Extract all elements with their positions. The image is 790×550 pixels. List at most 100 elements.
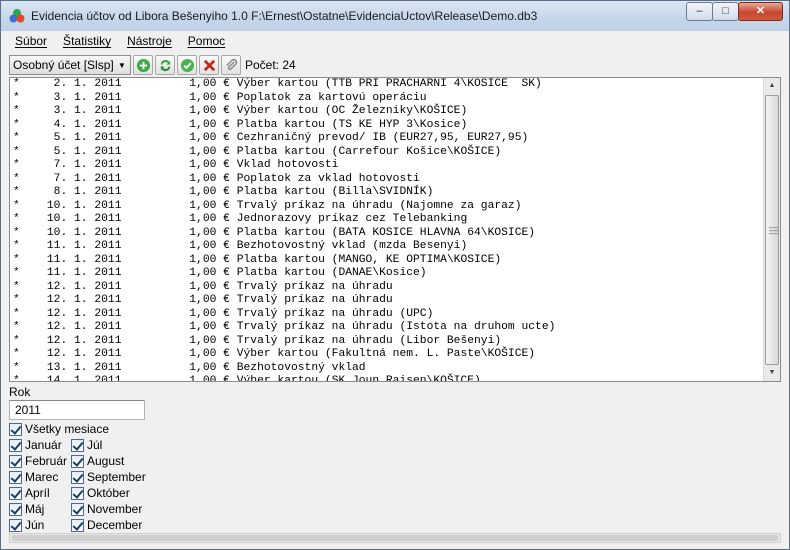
- refresh-button[interactable]: [155, 55, 175, 75]
- transaction-row[interactable]: * 11. 1. 2011 1,00 € Bezhotovostný vklad…: [10, 240, 764, 254]
- month-label: Január: [25, 438, 62, 452]
- transaction-description: Výber kartou (TTB PRI PRACHARNI 4\KOSICE…: [236, 78, 542, 90]
- transaction-row[interactable]: * 11. 1. 2011 1,00 € Platba kartou (DANA…: [10, 267, 764, 281]
- transaction-row[interactable]: * 7. 1. 2011 1,00 € Vklad hotovosti: [10, 159, 764, 173]
- title-bar[interactable]: Evidencia účtov od Libora Bešenyiho 1.0 …: [1, 1, 789, 31]
- transaction-description: Bezhotovostný vklad: [236, 361, 366, 374]
- menu-pomoc[interactable]: Pomoc: [180, 31, 233, 53]
- transaction-row[interactable]: * 10. 1. 2011 1,00 € Trvalý príkaz na úh…: [10, 200, 764, 214]
- month-checkbox[interactable]: Máj: [9, 502, 44, 516]
- month-label: September: [87, 470, 146, 484]
- transaction-row[interactable]: * 12. 1. 2011 1,00 € Trvalý príkaz na úh…: [10, 335, 764, 349]
- transaction-mark: *: [13, 375, 20, 381]
- transaction-row[interactable]: * 4. 1. 2011 1,00 € Platba kartou (TS KE…: [10, 119, 764, 133]
- transaction-date: 10. 1. 2011: [46, 213, 122, 225]
- transaction-row[interactable]: * 13. 1. 2011 1,00 € Bezhotovostný vklad: [10, 362, 764, 376]
- transaction-description: Platba kartou (DANAE\Kosice): [236, 267, 427, 279]
- all-months-checkbox[interactable]: Všetky mesiace: [9, 422, 109, 436]
- transaction-date: 11. 1. 2011: [46, 240, 122, 252]
- transaction-row[interactable]: * 14. 1. 2011 1,00 € Výber kartou (SK Jo…: [10, 375, 764, 381]
- attach-icon: [225, 58, 237, 70]
- menu-nastroje[interactable]: Nástroje: [119, 31, 180, 53]
- transaction-amount: 1,00 €: [189, 361, 230, 374]
- transaction-mark: *: [13, 334, 20, 347]
- transaction-description: Platba kartou (MANGO, KE OPTIMA\KOSICE): [236, 253, 502, 266]
- transactions-list[interactable]: * 2. 1. 2011 1,00 € Výber kartou (TTB PR…: [9, 77, 781, 382]
- transaction-amount: 1,00 €: [189, 267, 230, 279]
- transaction-amount: 1,00 €: [189, 105, 230, 117]
- month-checkbox[interactable]: Jún: [9, 518, 44, 532]
- menu-statistiky[interactable]: Štatistiky: [55, 31, 119, 53]
- transaction-row[interactable]: * 8. 1. 2011 1,00 € Platba kartou (Billa…: [10, 186, 764, 200]
- delete-button[interactable]: [199, 55, 219, 75]
- transaction-row[interactable]: * 12. 1. 2011 1,00 € Trvalý príkaz na úh…: [10, 321, 764, 335]
- checkbox-icon: [71, 454, 84, 468]
- transaction-row[interactable]: * 3. 1. 2011 1,00 € Výber kartou (OC Žel…: [10, 105, 764, 119]
- transaction-row[interactable]: * 12. 1. 2011 1,00 € Trvalý príkaz na úh…: [10, 281, 764, 295]
- transaction-amount: 1,00 €: [189, 307, 230, 320]
- month-checkbox[interactable]: Marec: [9, 470, 58, 484]
- transaction-description: Poplatok za kartovú operáciu: [236, 91, 427, 104]
- transaction-description: Trvalý príkaz na úhradu (Istota na druho…: [236, 321, 556, 333]
- all-months-label: Všetky mesiace: [25, 422, 110, 436]
- month-checkbox[interactable]: Október: [71, 486, 130, 500]
- horizontal-scroll-thumb[interactable]: [12, 535, 778, 541]
- month-checkbox[interactable]: Apríl: [9, 486, 50, 500]
- transaction-mark: *: [13, 307, 20, 320]
- transaction-row[interactable]: * 5. 1. 2011 1,00 € Platba kartou (Carre…: [10, 146, 764, 160]
- maximize-button[interactable]: □: [712, 2, 739, 21]
- record-count: Počet: 24: [245, 58, 296, 72]
- scroll-up-icon[interactable]: ▲: [764, 78, 780, 94]
- transaction-row[interactable]: * 2. 1. 2011 1,00 € Výber kartou (TTB PR…: [10, 78, 764, 92]
- transaction-amount: 1,00 €: [189, 294, 230, 306]
- transaction-description: Výber kartou (SK Joun Raisen\KOŠICE): [236, 375, 481, 381]
- transaction-mark: *: [13, 186, 20, 198]
- transaction-row[interactable]: * 5. 1. 2011 1,00 € Cezhraničný prevod/ …: [10, 132, 764, 146]
- month-checkbox[interactable]: Február: [9, 454, 67, 468]
- attach-button[interactable]: [221, 55, 241, 75]
- month-checkbox[interactable]: Január: [9, 438, 62, 452]
- confirm-button[interactable]: [177, 55, 197, 75]
- transaction-date: 7. 1. 2011: [46, 172, 122, 185]
- refresh-icon: [160, 59, 170, 71]
- transaction-mark: *: [13, 294, 20, 306]
- month-checkbox[interactable]: September: [71, 470, 146, 484]
- transaction-row[interactable]: * 12. 1. 2011 1,00 € Trvalý príkaz na úh…: [10, 308, 764, 322]
- checkbox-icon: [9, 470, 22, 484]
- transaction-amount: 1,00 €: [189, 240, 230, 252]
- transaction-row[interactable]: * 12. 1. 2011 1,00 € Trvalý príkaz na úh…: [10, 294, 764, 308]
- month-checkbox[interactable]: November: [71, 502, 142, 516]
- scroll-down-icon[interactable]: ▼: [764, 365, 780, 381]
- transaction-date: 10. 1. 2011: [46, 199, 122, 212]
- transaction-description: Cezhraničný prevod/ IB (EUR27,95, EUR27,…: [236, 132, 529, 144]
- account-select[interactable]: Osobný účet [Slsp] ▼: [9, 55, 131, 75]
- month-checkbox[interactable]: Júl: [71, 438, 102, 452]
- transaction-row[interactable]: * 3. 1. 2011 1,00 € Poplatok za kartovú …: [10, 92, 764, 106]
- transaction-row[interactable]: * 12. 1. 2011 1,00 € Výber kartou (Fakul…: [10, 348, 764, 362]
- vertical-scrollbar[interactable]: ▲ ― ― ― ▼: [763, 78, 780, 381]
- menu-subor[interactable]: Súbor: [7, 31, 55, 53]
- scroll-thumb[interactable]: ― ― ―: [765, 95, 779, 365]
- month-checkbox[interactable]: December: [71, 518, 142, 532]
- month-label: August: [87, 454, 125, 468]
- horizontal-scrollbar[interactable]: [9, 533, 781, 543]
- add-button[interactable]: [133, 55, 153, 75]
- transaction-amount: 1,00 €: [189, 186, 230, 198]
- transaction-row[interactable]: * 11. 1. 2011 1,00 € Platba kartou (MANG…: [10, 254, 764, 268]
- transaction-amount: 1,00 €: [189, 145, 230, 158]
- year-input[interactable]: [9, 400, 145, 420]
- minimize-button[interactable]: ‒: [686, 2, 713, 21]
- transaction-mark: *: [13, 105, 20, 117]
- transaction-description: Platba kartou (BATA KOSICE HLAVNA 64\KOS…: [236, 226, 536, 239]
- transaction-amount: 1,00 €: [189, 213, 230, 225]
- transaction-description: Trvalý príkaz na úhradu: [236, 280, 393, 293]
- month-checkbox[interactable]: August: [71, 454, 124, 468]
- month-label: Marec: [25, 470, 59, 484]
- checkbox-icon: [71, 438, 84, 452]
- transaction-date: 2. 1. 2011: [46, 78, 122, 90]
- transaction-row[interactable]: * 10. 1. 2011 1,00 € Platba kartou (BATA…: [10, 227, 764, 241]
- transaction-row[interactable]: * 7. 1. 2011 1,00 € Poplatok za vklad ho…: [10, 173, 764, 187]
- close-button[interactable]: ✕: [738, 2, 783, 21]
- transaction-row[interactable]: * 10. 1. 2011 1,00 € Jednorazovy príkaz …: [10, 213, 764, 227]
- transaction-description: Platba kartou (TS KE HYP 3\Kosice): [236, 118, 468, 131]
